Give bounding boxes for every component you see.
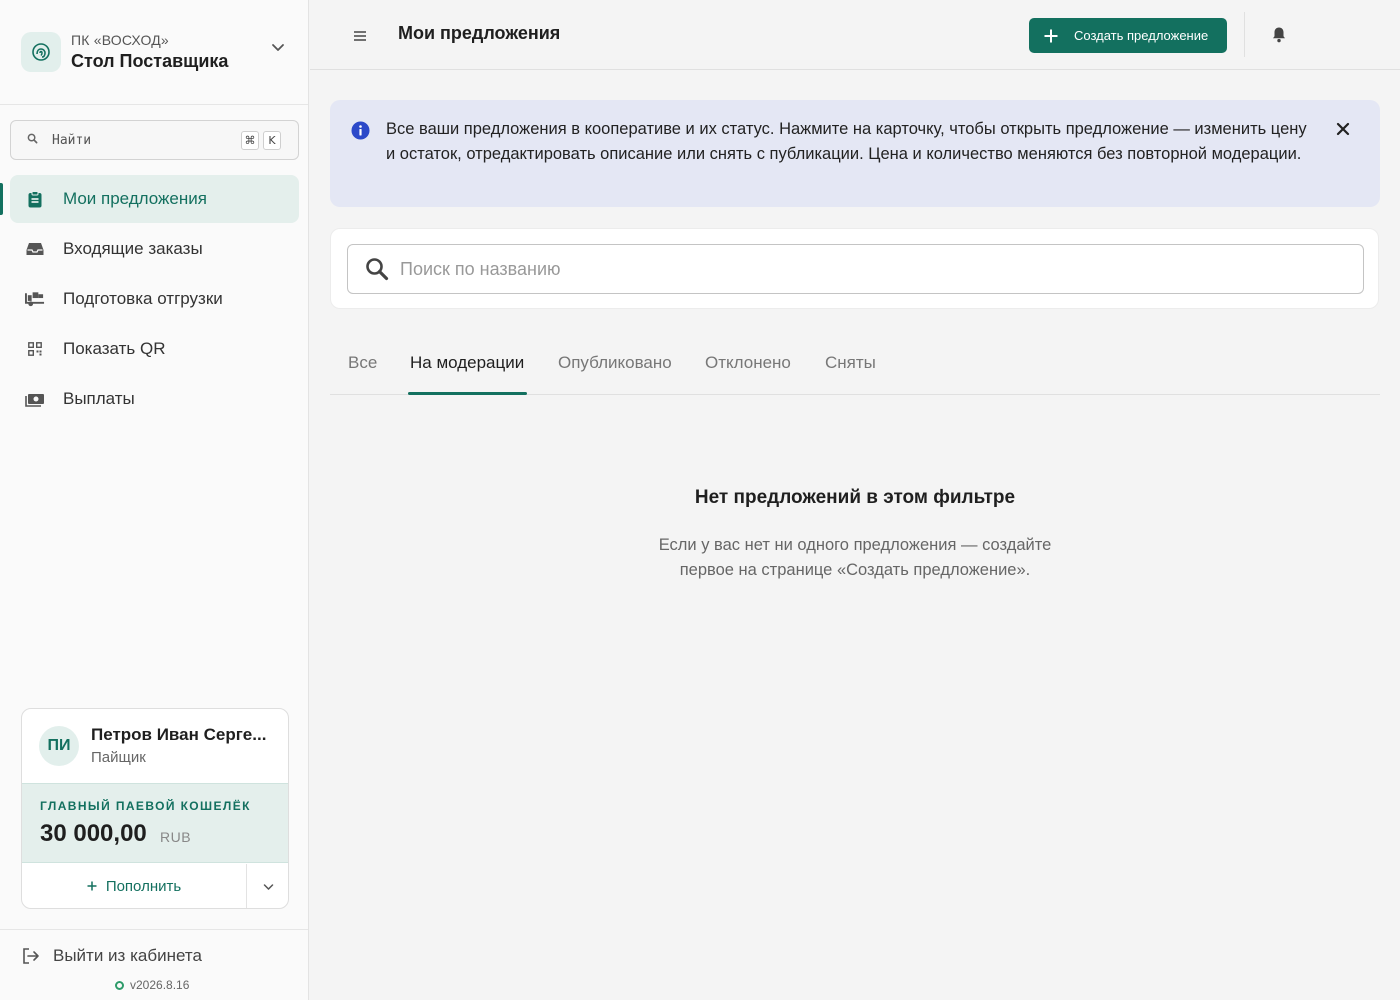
topup-label: Пополнить (105, 878, 182, 895)
search-icon (366, 258, 389, 281)
chevron-down-icon (263, 883, 274, 890)
user-role: Пайщик (91, 749, 146, 766)
version-text: v2026.8.16 (130, 978, 190, 992)
sidebar-item-label: Входящие заказы (63, 239, 203, 258)
create-offer-label: Создать предложение (1074, 28, 1209, 43)
offer-search-box[interactable] (347, 244, 1364, 294)
sidebar-item-label: Подготовка отгрузки (63, 289, 223, 308)
info-icon (351, 121, 370, 140)
sidebar-item-label: Показать QR (63, 339, 166, 358)
avatar[interactable]: ПИ (39, 726, 79, 766)
user-card: ПИ Петров Иван Серге... Пайщик ГЛАВНЫЙ П… (21, 708, 289, 909)
page-title: Мои предложения (398, 23, 561, 43)
logout-icon (23, 948, 39, 964)
info-banner: Все ваши предложения в кооперативе и их … (330, 100, 1380, 207)
money-icon (25, 391, 45, 407)
fingerprint-icon (32, 43, 50, 61)
sidebar-item-payouts[interactable]: Выплаты (10, 375, 299, 423)
topup-button[interactable]: Пополнить (22, 864, 246, 908)
org-name: Стол Поставщика (71, 51, 229, 71)
clipboard-icon (25, 190, 45, 208)
app-version: v2026.8.16 (115, 978, 189, 992)
sidebar-item-incoming-orders[interactable]: Входящие заказы (10, 225, 299, 273)
sidebar: ПК «ВОСХОД» Стол Поставщика Найти ⌘ K Мо… (0, 0, 309, 1000)
active-nav-indicator (0, 183, 3, 215)
search-icon (27, 133, 38, 147)
tab-withdrawn[interactable]: Сняты (825, 353, 876, 373)
status-tabs: Все На модерации Опубликовано Отклонено … (330, 338, 1380, 395)
sidebar-item-my-offers[interactable]: Мои предложения (10, 175, 299, 223)
sidebar-item-show-qr[interactable]: Показать QR (10, 325, 299, 373)
sidebar-item-label: Выплаты (63, 389, 135, 408)
active-tab-indicator (408, 392, 527, 395)
tab-rejected[interactable]: Отклонено (705, 353, 791, 373)
org-subtitle: ПК «ВОСХОД» (71, 32, 169, 48)
sidebar-item-shipment-prep[interactable]: Подготовка отгрузки (10, 275, 299, 323)
qr-code-icon (25, 342, 45, 356)
top-header: Мои предложения Создать предложение (310, 0, 1400, 70)
org-switcher[interactable]: ПК «ВОСХОД» Стол Поставщика (21, 30, 291, 74)
sidebar-search[interactable]: Найти ⌘ K (10, 120, 299, 160)
tab-moderation[interactable]: На модерации (410, 353, 524, 373)
tab-all[interactable]: Все (348, 353, 377, 373)
dark-mode-toggle-icon[interactable] (1324, 21, 1350, 47)
sidebar-divider (0, 929, 308, 930)
shortcut-letter-key: K (263, 131, 281, 150)
empty-state-title: Нет предложений в этом фильтре (694, 487, 1016, 508)
wallet-amount: 30 000,00 (40, 820, 147, 847)
info-banner-text: Все ваши предложения в кооперативе и их … (386, 120, 1307, 163)
sidebar-item-label: Мои предложения (63, 189, 207, 208)
org-logo (21, 32, 61, 72)
create-offer-button[interactable]: Создать предложение (1029, 18, 1227, 53)
plus-icon (87, 878, 97, 895)
topup-options-button[interactable] (246, 864, 288, 908)
plus-icon (1044, 29, 1058, 43)
wallet-panel: ГЛАВНЫЙ ПАЕВОЙ КОШЕЛЁК 30 000,00 RUB (22, 783, 288, 863)
sidebar-divider (0, 104, 308, 105)
offer-search-input[interactable] (400, 256, 1300, 282)
wallet-currency: RUB (160, 829, 192, 845)
truck-loading-icon (25, 291, 45, 307)
wallet-label: ГЛАВНЫЙ ПАЕВОЙ КОШЕЛЁК (40, 799, 251, 813)
search-card (330, 228, 1379, 309)
logout-label: Выйти из кабинета (53, 946, 202, 965)
user-name: Петров Иван Серге... (91, 725, 267, 744)
chevron-down-icon[interactable] (271, 42, 285, 52)
inbox-icon (25, 242, 45, 256)
empty-state-description: Если у вас нет ни одного предложения — с… (658, 536, 1052, 579)
hamburger-menu-icon[interactable] (350, 26, 370, 46)
logout-button[interactable]: Выйти из кабинета (22, 946, 202, 966)
close-icon[interactable] (1334, 120, 1352, 138)
header-divider (1244, 12, 1245, 57)
tab-published[interactable]: Опубликовано (558, 353, 672, 373)
bell-icon[interactable] (1272, 26, 1286, 43)
sidebar-search-label: Найти (52, 132, 92, 148)
status-dot-icon (115, 980, 124, 990)
shortcut-mod-key: ⌘ (241, 131, 259, 150)
